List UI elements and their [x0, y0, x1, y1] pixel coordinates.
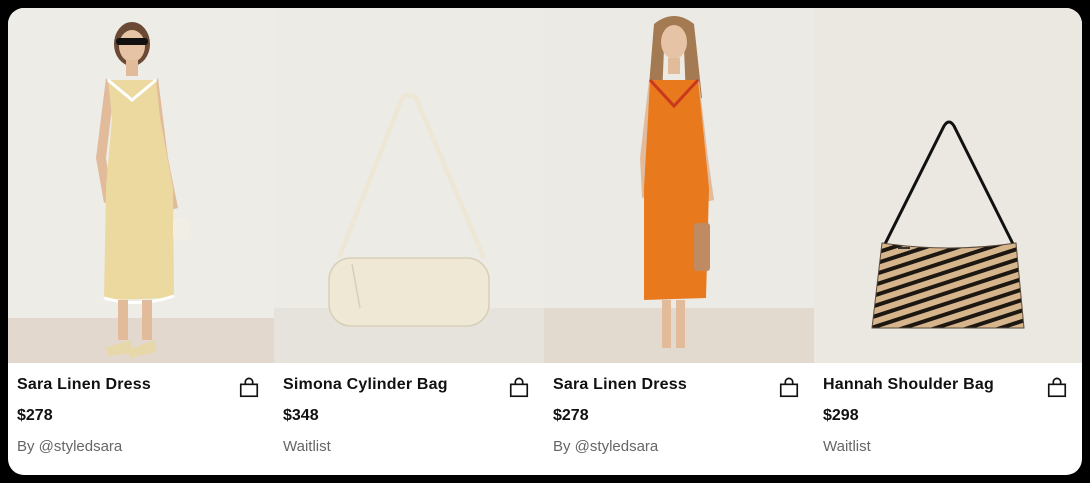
shopping-bag-icon [239, 377, 259, 398]
product-name[interactable]: Sara Linen Dress [553, 376, 687, 394]
product-name[interactable]: Hannah Shoulder Bag [823, 376, 994, 394]
product-grid-panel: Sara Linen Dress $278 By @styledsara Sim… [8, 8, 1082, 475]
product-price: $298 [823, 407, 859, 424]
shopping-bag-icon [1047, 377, 1067, 398]
shopping-bag-icon [779, 377, 799, 398]
product-image[interactable] [544, 8, 814, 363]
product-stylist[interactable]: By @styledsara [553, 438, 658, 455]
product-price: $348 [283, 407, 319, 424]
product-image[interactable] [814, 8, 1082, 363]
product-grid: Sara Linen Dress $278 By @styledsara Sim… [8, 8, 1082, 475]
product-card[interactable]: Sara Linen Dress $278 By @styledsara [544, 8, 814, 475]
product-status: Waitlist [823, 438, 871, 455]
product-price: $278 [17, 407, 53, 424]
add-to-bag-button[interactable] [778, 377, 800, 399]
add-to-bag-button[interactable] [508, 377, 530, 399]
product-card[interactable]: Simona Cylinder Bag $348 Waitlist [274, 8, 544, 475]
product-stylist[interactable]: By @styledsara [17, 438, 122, 455]
product-image[interactable] [8, 8, 274, 363]
shopping-bag-icon [509, 377, 529, 398]
product-card[interactable]: Hannah Shoulder Bag $298 Waitlist [814, 8, 1082, 475]
product-price: $278 [553, 407, 589, 424]
product-image[interactable] [274, 8, 544, 363]
product-name[interactable]: Simona Cylinder Bag [283, 376, 448, 394]
product-status: Waitlist [283, 438, 331, 455]
add-to-bag-button[interactable] [238, 377, 260, 399]
add-to-bag-button[interactable] [1046, 377, 1068, 399]
product-name[interactable]: Sara Linen Dress [17, 376, 151, 394]
product-card[interactable]: Sara Linen Dress $278 By @styledsara [8, 8, 274, 475]
